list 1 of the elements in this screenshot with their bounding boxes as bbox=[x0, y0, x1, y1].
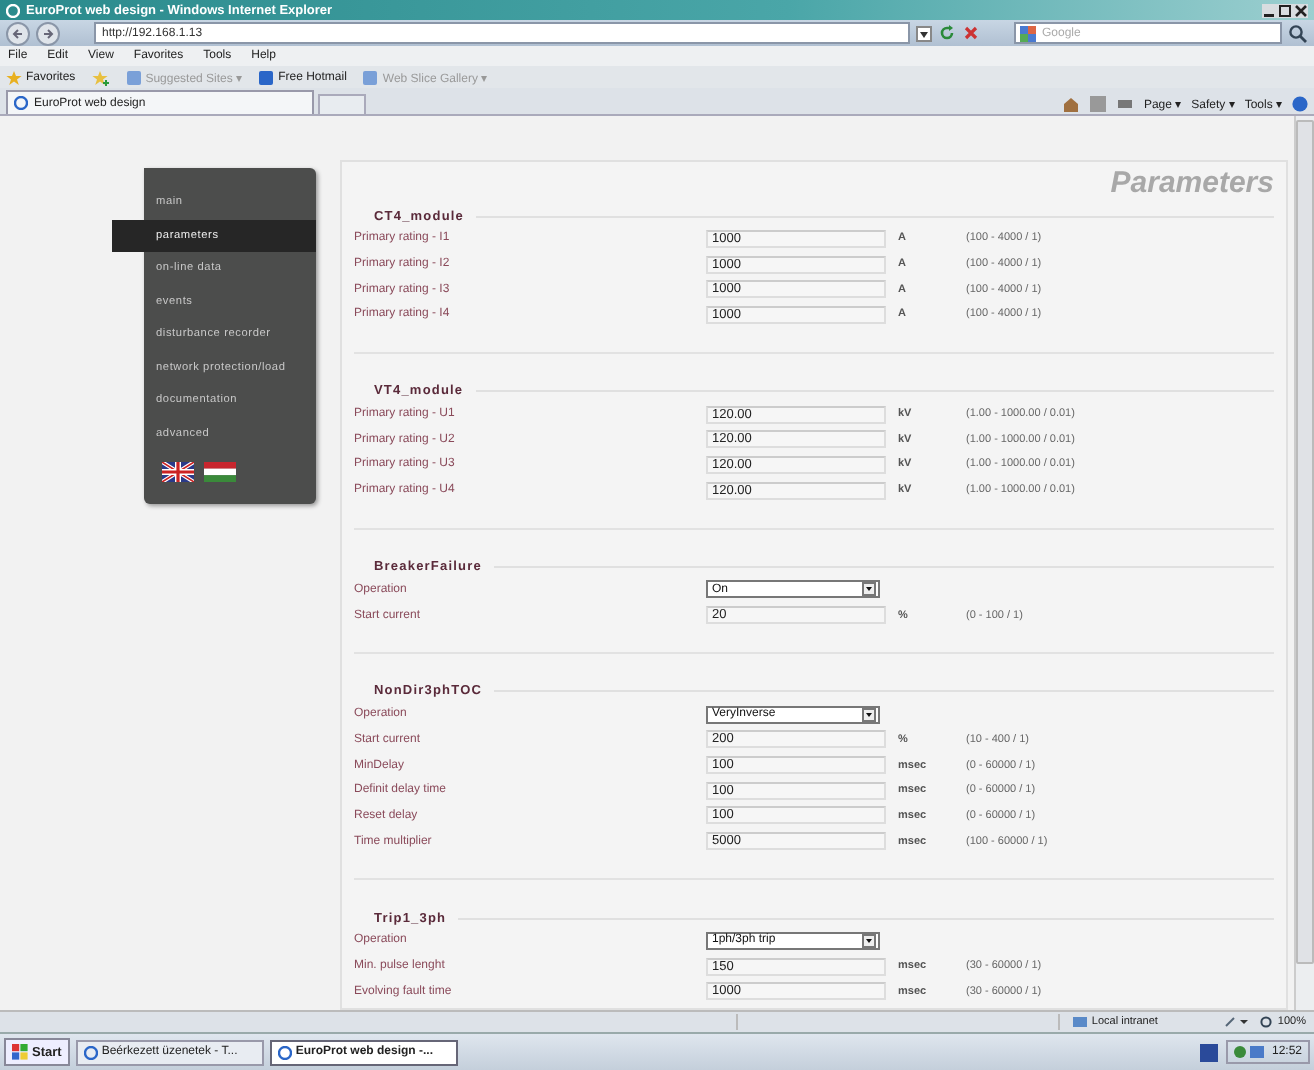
page-title: Parameters bbox=[1108, 164, 1274, 204]
